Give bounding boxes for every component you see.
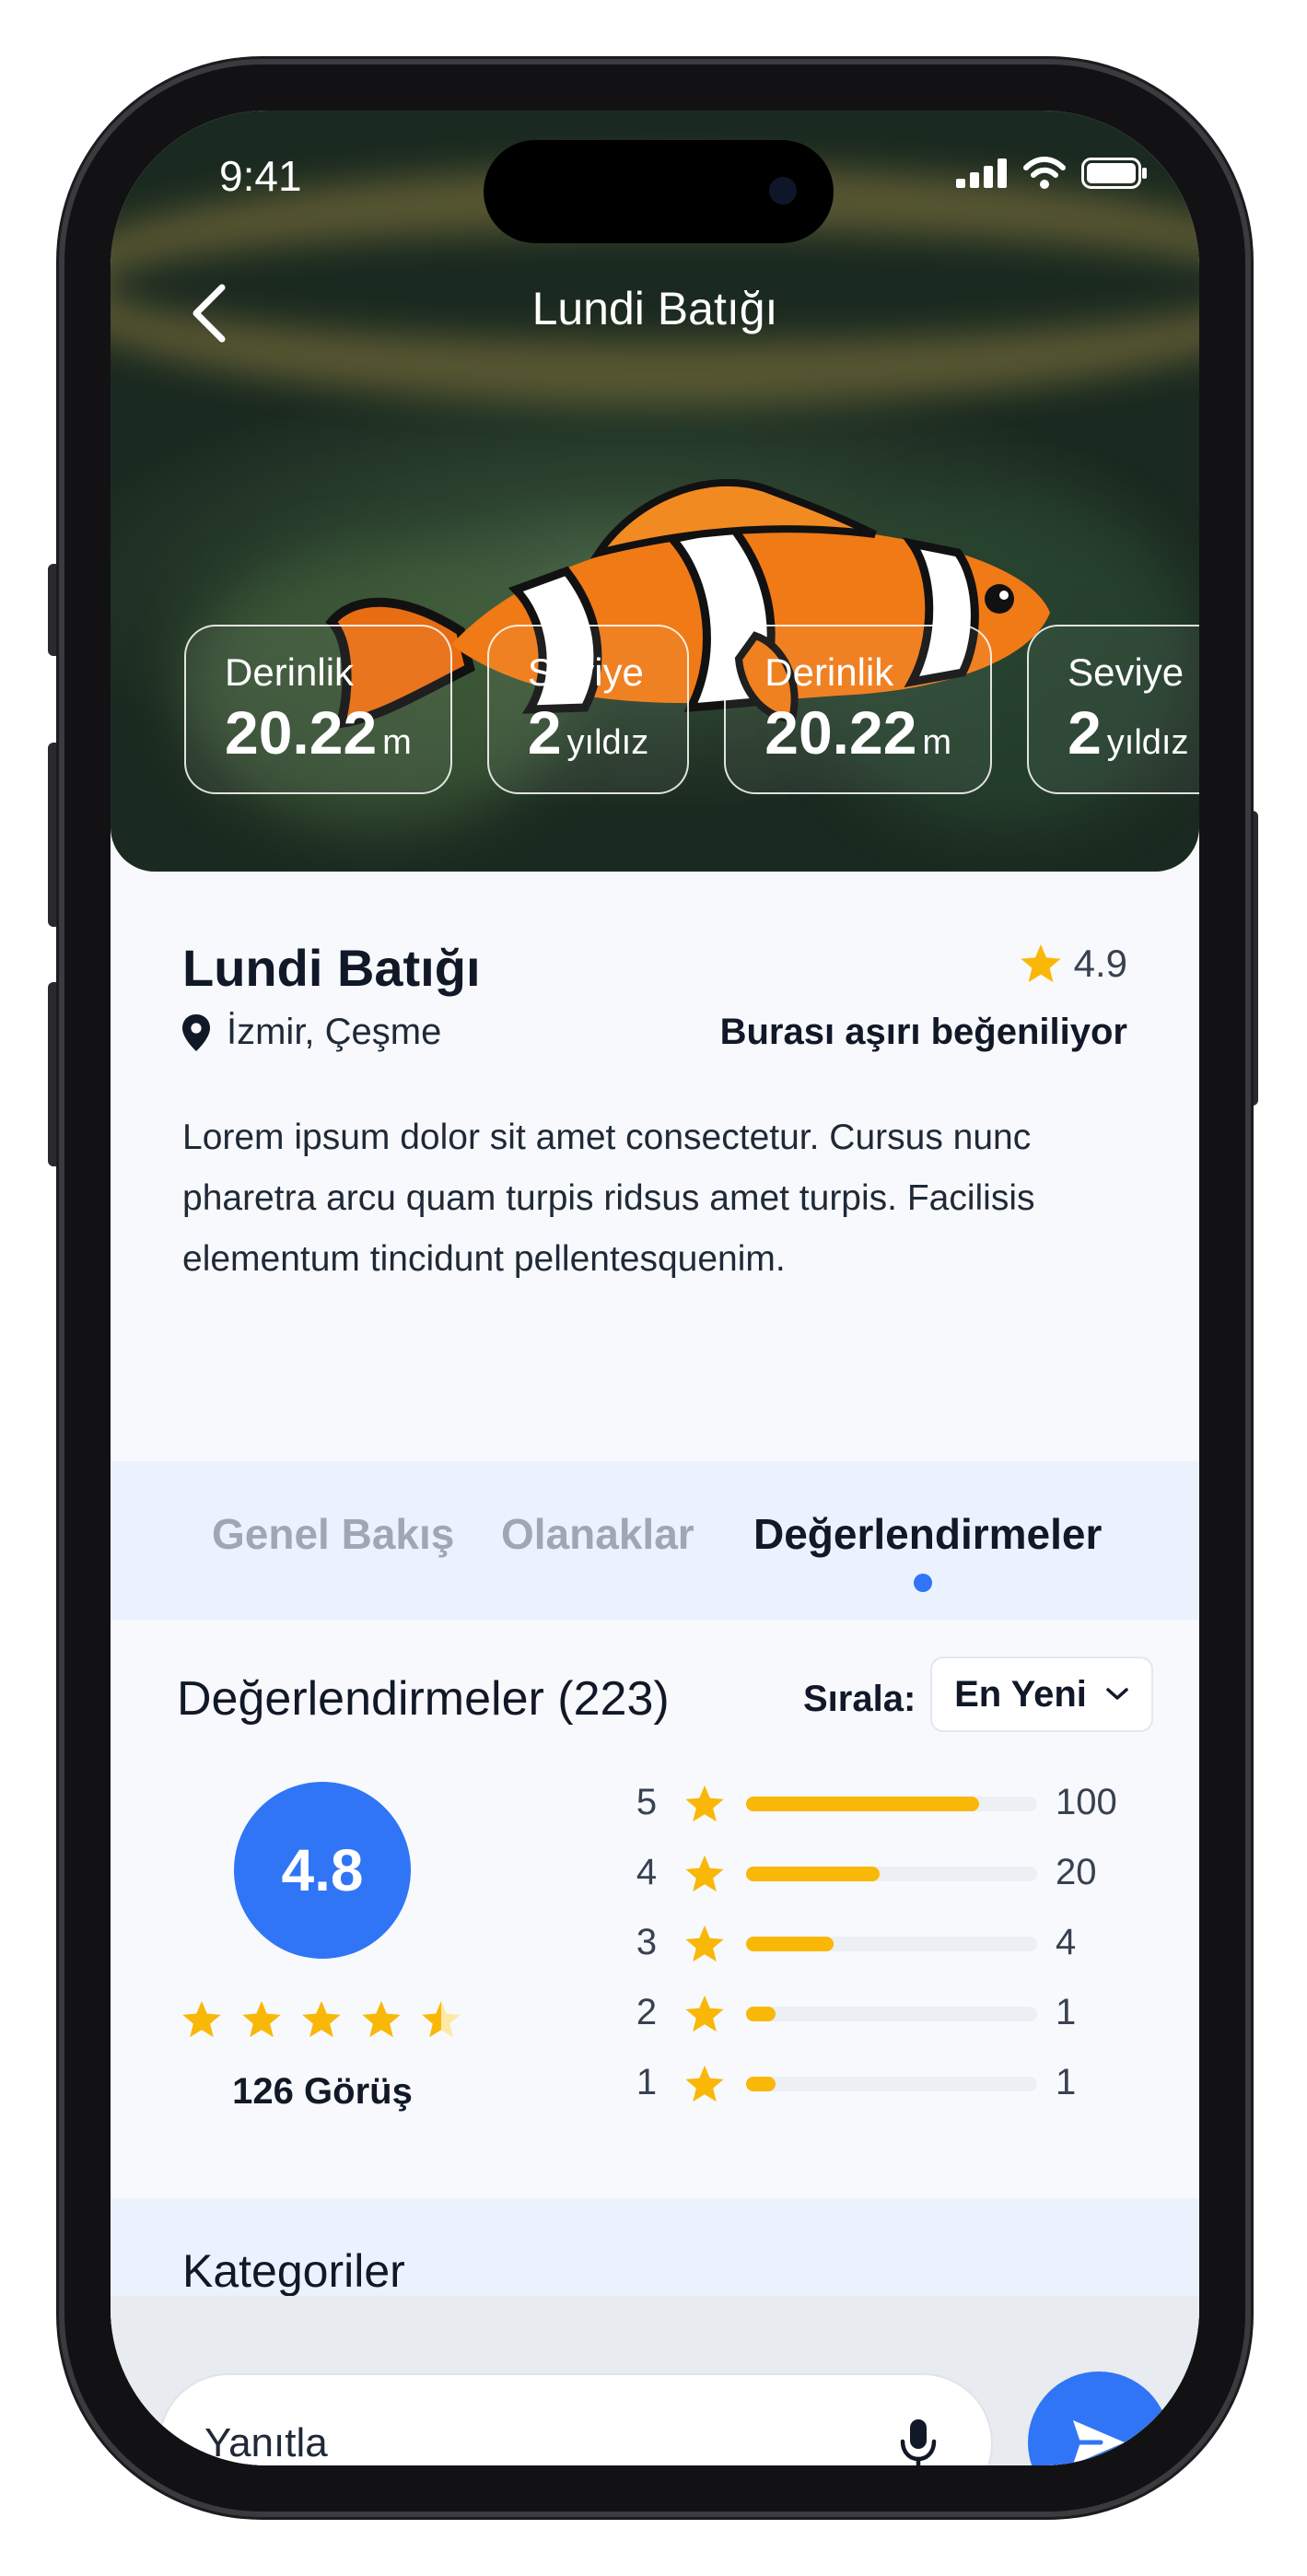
star-icon [685,2065,724,2102]
star-icon [302,2000,341,2038]
rating-bar-track [746,2077,1037,2091]
star-icon [1021,944,1061,982]
rating-row-count: 100 [1056,1782,1117,1822]
stat-label: Derinlik [764,650,894,694]
reply-input[interactable] [204,2375,868,2465]
star-icon [685,1785,724,1822]
rating-row-count: 1 [1056,2062,1077,2102]
rating-row-stars: 4 [636,1852,658,1892]
rating-row-count: 20 [1056,1852,1097,1892]
tab-reviews[interactable]: Değerlendirmeler [753,1509,1102,1559]
tab-amenities[interactable]: Olanaklar [501,1509,694,1559]
star-icon [182,2000,221,2038]
rating-row: 5 100 [626,1776,1161,1832]
rating-row-stars: 1 [636,2062,658,2102]
app-screen: 9:41 Lundi Batığı Derinlik 20.22 m Seviy… [111,111,1199,2465]
stat-unit: m [922,723,952,762]
place-rating: 4.9 [1019,942,1127,986]
stat-card: Seviye 2 yıldız [1027,625,1199,794]
microphone-icon [900,2419,937,2465]
status-time: 9:41 [219,152,302,200]
rating-bar-track [746,2007,1037,2021]
rating-bar-track [746,1937,1037,1951]
tab-overview[interactable]: Genel Bakış [212,1509,454,1559]
chevron-down-icon [1106,1688,1128,1700]
reviews-title: Değerlendirmeler (223) [177,1672,670,1726]
average-stars [181,1999,462,2040]
sort-label: Sırala: [803,1679,916,1719]
stat-unit: yıldız [1106,723,1189,762]
rating-bar-track [746,1867,1037,1881]
star-icon [685,1855,724,1892]
rating-bar-fill [746,2007,776,2021]
rating-bar-fill [746,1797,979,1811]
stats-row: Derinlik 20.22 m Seviye 2 yıldız Derinli… [184,625,1199,794]
stat-value: 2 [1068,698,1102,767]
place-name: Lundi Batığı [182,939,481,997]
star-icon [685,1925,724,1962]
send-icon [1073,2420,1125,2465]
rating-row-stars: 5 [636,1782,658,1822]
sort-value: En Yeni [954,1673,1087,1715]
wifi-icon [1023,157,1066,189]
star-half-icon [422,2000,461,2038]
stat-card: Derinlik 20.22 m [184,625,452,794]
star-icon [685,1995,724,2032]
stat-label: Derinlik [225,650,355,694]
dynamic-island [484,140,834,243]
star-icon [362,2000,401,2038]
rating-row-stars: 3 [636,1922,658,1962]
rating-row: 1 1 [626,2056,1161,2112]
reply-field-container [158,2373,993,2465]
rating-row: 4 20 [626,1846,1161,1902]
description: Lorem ipsum dolor sit amet consectetur. … [182,1118,1035,1279]
rating-row-count: 1 [1056,1992,1077,2032]
rating-bar-fill [746,1867,881,1881]
rating-bar-fill [746,2077,776,2091]
average-rating: 4.8 [234,1782,411,1959]
liked-text: Burası aşırı beğeniliyor [719,1012,1127,1052]
send-button[interactable] [1028,2371,1170,2465]
rating-row-count: 4 [1056,1922,1077,1962]
reply-bar [111,2296,1199,2465]
battery-icon [1081,158,1147,189]
rating-bar-track [746,1797,1037,1811]
stat-unit: m [382,723,412,762]
rating-row-stars: 2 [636,1992,658,2032]
microphone-button[interactable] [886,2412,951,2465]
stat-value: 20.22 [225,698,378,767]
signal-icon [956,158,1007,188]
hero-image: 9:41 Lundi Batığı Derinlik 20.22 m Seviy… [111,111,1199,872]
status-icons [956,157,1148,190]
rating-row: 2 1 [626,1986,1161,2042]
stat-label: Seviye [527,650,644,694]
location: İzmir, Çeşme [182,1012,441,1053]
stat-unit: yıldız [566,723,649,762]
sort-dropdown[interactable]: En Yeni [930,1657,1153,1732]
phone-frame: 9:41 Lundi Batığı Derinlik 20.22 m Seviy… [59,59,1251,2517]
rating-bar-fill [746,1937,834,1951]
stat-card: Derinlik 20.22 m [724,625,993,794]
categories-title: Kategoriler [182,2245,405,2297]
reviews-section: Değerlendirmeler (223) Sırala: En Yeni 4… [111,1620,1199,2198]
place-info: Lundi Batığı 4.9 İzmir, Çeşme Burası aşı… [111,872,1199,1461]
location-text: İzmir, Çeşme [227,1012,442,1052]
views-count: 126 Görüş [232,2071,413,2112]
star-icon [242,2000,281,2038]
location-pin-icon [182,1013,210,1051]
stat-card: Seviye 2 yıldız [486,625,690,794]
tab-bar: Genel Bakış Olanaklar Değerlendirmeler [111,1461,1199,1620]
rating-row: 3 4 [626,1916,1161,1972]
rating-value: 4.9 [1073,942,1127,985]
active-tab-indicator [914,1574,932,1592]
stat-value: 2 [527,698,562,767]
stat-value: 20.22 [764,698,917,767]
stat-label: Seviye [1068,650,1184,694]
page-title: Lundi Batığı [531,283,778,334]
status-bar: 9:41 [111,111,1199,258]
